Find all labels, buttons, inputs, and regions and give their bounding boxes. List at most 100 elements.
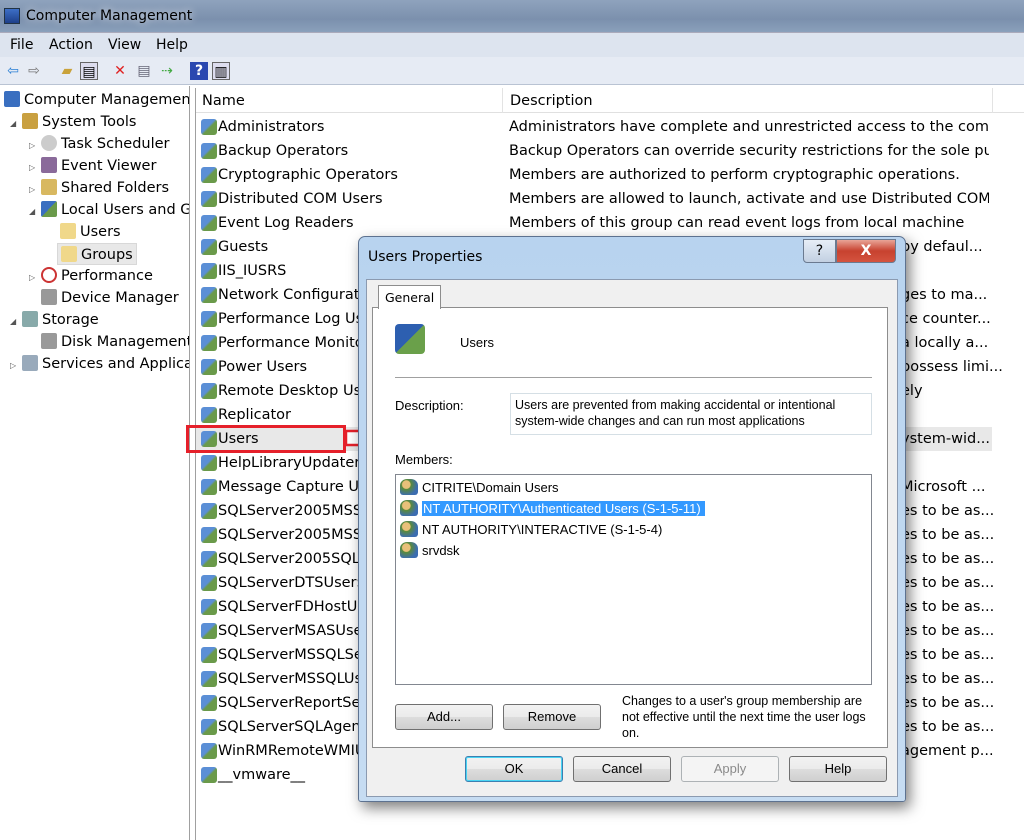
description-field[interactable]: Users are prevented from making accident… — [510, 393, 872, 435]
annotation-highlight-box — [186, 425, 346, 453]
divider — [395, 377, 872, 378]
expand-arrow-icon[interactable]: ▷ — [29, 135, 41, 157]
tree-computer-management[interactable]: Computer Management — [4, 89, 189, 111]
menu-view[interactable]: View — [108, 37, 141, 53]
group-name: SQLServerReportServ — [218, 695, 375, 711]
performance-icon — [41, 267, 57, 283]
general-panel: Users Description: Users are prevented f… — [372, 307, 888, 748]
menu-bar: File Action View Help — [0, 32, 1024, 57]
collapse-arrow-icon[interactable]: ◢ — [10, 311, 22, 333]
group-icon — [201, 359, 217, 375]
table-row[interactable]: Cryptographic Operators Members are autho… — [196, 163, 1024, 187]
tree-event-viewer[interactable]: ▷ Event Viewer — [29, 155, 156, 177]
tree-local-users-groups[interactable]: ◢ Local Users and Groups — [29, 199, 189, 223]
tree-device-manager[interactable]: Device Manager — [41, 287, 179, 309]
disk-icon — [41, 333, 57, 349]
table-row[interactable]: Event Log Readers Members of this group c… — [196, 211, 1024, 235]
group-name: Backup Operators — [218, 143, 349, 159]
group-name: Performance Monitor — [218, 335, 370, 351]
tree-disk-management[interactable]: Disk Management — [41, 331, 189, 353]
tree-shared-folders[interactable]: ▷ Shared Folders — [29, 177, 169, 199]
group-icon — [201, 767, 217, 783]
member-name: srvdsk — [422, 543, 460, 558]
group-name: SQLServerMSSQLUse — [218, 671, 372, 687]
tab-general[interactable]: General — [378, 285, 441, 309]
group-description-visible-part: ce counter... — [901, 311, 991, 327]
group-description-visible-part: es to be as... — [901, 695, 995, 711]
group-icon — [201, 191, 217, 207]
group-description-visible-part: agement p... — [901, 743, 994, 759]
member-item[interactable]: NT AUTHORITY\INTERACTIVE (S-1-5-4) — [400, 520, 662, 541]
group-icon — [201, 215, 217, 231]
group-name: SQLServerFDHostUse — [218, 599, 374, 615]
show-hide-tree-icon[interactable]: ▤ — [80, 62, 98, 80]
expand-arrow-icon[interactable]: ▷ — [29, 157, 41, 179]
tree-label: Users — [80, 224, 121, 240]
tree-label: Groups — [81, 247, 133, 263]
tree-storage[interactable]: ◢ Storage — [10, 309, 99, 331]
tree-users[interactable]: Users — [60, 221, 121, 243]
tree-system-tools[interactable]: ◢ System Tools — [10, 111, 136, 133]
computer-management-icon — [4, 8, 20, 24]
action-pane-icon[interactable]: ▥ — [212, 62, 230, 80]
group-name: Guests — [218, 239, 269, 255]
tree-label: Device Manager — [61, 290, 179, 306]
tree-label: Shared Folders — [61, 180, 170, 196]
remove-button[interactable]: Remove — [503, 704, 601, 730]
expand-arrow-icon[interactable]: ▷ — [29, 267, 41, 289]
member-item[interactable]: NT AUTHORITY\Authenticated Users (S-1-5-… — [400, 499, 705, 520]
add-button[interactable]: Add... — [395, 704, 493, 730]
expand-arrow-icon[interactable]: ▷ — [29, 179, 41, 201]
user-group-icon — [400, 521, 418, 537]
group-description-visible-part: ges to ma... — [901, 287, 988, 303]
properties-icon[interactable]: ▤ — [135, 62, 153, 80]
export-icon[interactable]: ⇢ — [158, 62, 176, 80]
table-row[interactable]: Backup Operators Backup Operators can ove… — [196, 139, 1024, 163]
table-row[interactable]: Administrators Administrators have comple… — [196, 115, 1024, 139]
column-description[interactable]: Description — [510, 93, 593, 109]
menu-help[interactable]: Help — [156, 37, 188, 53]
ok-button[interactable]: OK — [465, 756, 563, 782]
column-divider[interactable] — [502, 88, 503, 113]
back-icon[interactable]: ⇦ — [4, 62, 22, 80]
tree-services-applications[interactable]: ▷ Services and Applications — [10, 353, 189, 377]
tree-groups[interactable]: Groups — [57, 243, 137, 265]
context-help-button[interactable]: ? — [803, 239, 836, 263]
tree-performance[interactable]: ▷ Performance — [29, 265, 153, 287]
group-icon — [201, 551, 217, 567]
forward-icon[interactable]: ⇨ — [25, 62, 43, 80]
apply-button[interactable]: Apply — [681, 756, 779, 782]
column-divider[interactable] — [992, 88, 993, 113]
member-item[interactable]: CITRITE\Domain Users — [400, 478, 559, 499]
menu-action[interactable]: Action — [49, 37, 93, 53]
navigation-tree: Computer Management ◢ System Tools ▷ Task … — [0, 86, 190, 840]
tree-task-scheduler[interactable]: ▷ Task Scheduler — [29, 133, 170, 155]
group-name: Message Capture Use — [218, 479, 376, 495]
table-row[interactable]: Distributed COM Users Members are allowed… — [196, 187, 1024, 211]
group-name: Administrators — [218, 119, 325, 135]
dialog-body: General Users Description: Users are pre… — [366, 279, 898, 797]
close-button[interactable]: X — [836, 239, 896, 263]
up-folder-icon[interactable]: ▰ — [58, 62, 76, 80]
column-name[interactable]: Name — [202, 93, 245, 109]
toolbar: ⇦ ⇨ ▰ ▤ ✕ ▤ ⇢ ? ▥ — [0, 57, 1024, 85]
expand-arrow-icon[interactable]: ▷ — [10, 355, 22, 377]
group-icon — [201, 647, 217, 663]
member-name: CITRITE\Domain Users — [422, 480, 559, 495]
help-button[interactable]: Help — [789, 756, 887, 782]
delete-icon[interactable]: ✕ — [111, 62, 129, 80]
collapse-arrow-icon[interactable]: ◢ — [29, 201, 41, 223]
group-description: Members of this group can read event log… — [509, 215, 965, 231]
help-icon[interactable]: ? — [190, 62, 208, 80]
group-icon — [201, 263, 217, 279]
menu-file[interactable]: File — [10, 37, 33, 53]
group-name: SQLServerDTSUser$N — [218, 575, 377, 591]
dialog-title: Users Properties — [368, 249, 483, 265]
member-item[interactable]: srvdsk — [400, 541, 460, 562]
cancel-button[interactable]: Cancel — [573, 756, 671, 782]
group-description-visible-part: es to be as... — [901, 623, 995, 639]
members-list[interactable]: CITRITE\Domain Users NT AUTHORITY\Authent… — [395, 474, 872, 685]
storage-icon — [22, 311, 38, 327]
services-icon — [22, 355, 38, 371]
collapse-arrow-icon[interactable]: ◢ — [10, 113, 22, 135]
